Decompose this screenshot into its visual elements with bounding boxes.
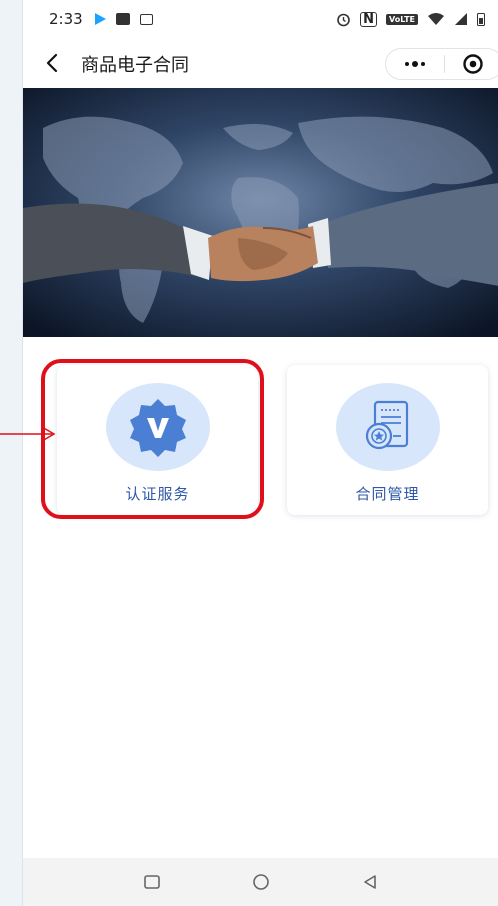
gallery-icon <box>115 13 130 25</box>
handshake-banner-image <box>23 88 498 337</box>
status-bar: 2:33 N VoLTE <box>23 0 498 38</box>
volte-badge: VoLTE <box>386 13 418 25</box>
more-dot-icon <box>411 61 418 67</box>
system-navigation-bar <box>23 858 498 906</box>
auth-service-card[interactable]: 认证服务 <box>57 365 258 515</box>
back-triangle-icon[interactable] <box>361 873 379 891</box>
more-menu-button[interactable] <box>386 49 444 79</box>
home-circle-icon[interactable] <box>251 872 271 892</box>
icon-circle <box>335 383 440 471</box>
pointer-arrow-annotation <box>0 426 56 442</box>
navigation-bar: 商品电子合同 <box>23 38 498 88</box>
contract-management-label: 合同管理 <box>355 485 420 503</box>
video-app-icon <box>94 13 106 25</box>
battery-icon <box>477 13 485 26</box>
back-arrow-icon[interactable] <box>43 52 63 74</box>
signal-icon <box>455 13 467 25</box>
icon-circle <box>105 383 210 471</box>
wifi-icon <box>428 13 444 25</box>
verified-badge-icon <box>129 399 186 457</box>
nfc-icon: N <box>360 11 378 27</box>
more-dot-icon <box>420 62 425 66</box>
more-dot-icon <box>404 62 409 66</box>
target-close-icon <box>463 54 483 74</box>
page-title: 商品电子合同 <box>81 55 189 76</box>
contract-document-icon <box>365 400 408 450</box>
status-time: 2:33 <box>49 10 83 28</box>
close-mini-program-button[interactable] <box>444 49 498 79</box>
auth-service-label: 认证服务 <box>125 485 190 503</box>
phone-screen: 2:33 N VoLTE 商品电子合同 认证服务 合同管理 <box>22 0 498 906</box>
recent-apps-icon[interactable] <box>143 873 161 891</box>
alarm-icon <box>337 13 350 26</box>
mini-program-capsule <box>385 48 498 80</box>
notification-icon <box>139 13 153 25</box>
contract-management-card[interactable]: 合同管理 <box>287 365 488 515</box>
